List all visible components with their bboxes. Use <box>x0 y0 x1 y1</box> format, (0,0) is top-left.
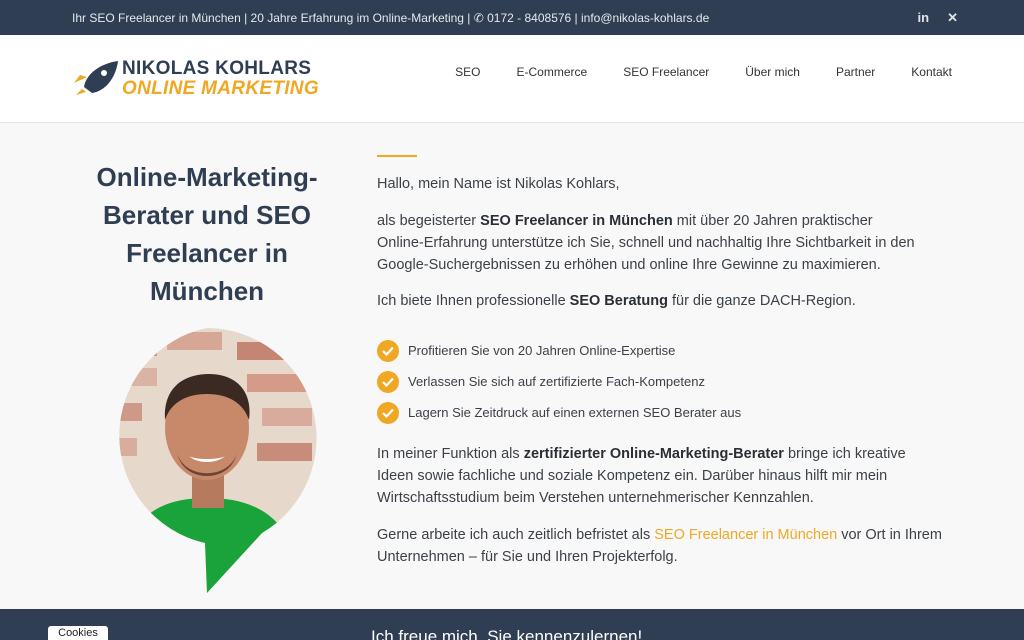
intro-paragraph-4: Gerne arbeite ich auch zeitlich befriste… <box>377 527 942 565</box>
logo-line-1: NIKOLAS KOHLARS <box>122 58 312 79</box>
check-icon <box>377 401 399 424</box>
social-links: in ✕ <box>918 10 958 26</box>
nav-partner[interactable]: Partner <box>836 65 875 79</box>
check-icon <box>377 339 399 362</box>
list-item: Lagern Sie Zeitdruck auf einen externen … <box>377 397 741 428</box>
list-item: Verlassen Sie sich auf zertifizierte Fac… <box>377 366 741 397</box>
rocket-icon <box>74 61 118 95</box>
nav-e-commerce[interactable]: E-Commerce <box>517 65 588 79</box>
nav-ueber-mich[interactable]: Über mich <box>745 65 800 79</box>
portrait-image <box>97 328 317 593</box>
nav-seo-freelancer[interactable]: SEO Freelancer <box>623 65 709 79</box>
benefit-list: Profitieren Sie von 20 Jahren Online-Exp… <box>377 335 741 428</box>
intro-paragraph-2: Ich biete Ihnen professionelle SEO Berat… <box>377 293 856 309</box>
xing-icon[interactable]: ✕ <box>947 10 958 26</box>
top-bar: Ihr SEO Freelancer in München | 20 Jahre… <box>0 0 1024 35</box>
list-item: Profitieren Sie von 20 Jahren Online-Exp… <box>377 335 741 366</box>
cookies-button[interactable]: Cookies <box>48 626 108 640</box>
cta-band: Ich freue mich, Sie kennenzulernen! <box>0 609 1024 640</box>
contact-info: Ihr SEO Freelancer in München | 20 Jahre… <box>72 11 710 25</box>
main-content: Online-Marketing-Berater und SEO Freelan… <box>0 123 1024 609</box>
page-title: Online-Marketing-Berater und SEO Freelan… <box>96 162 318 306</box>
nav-seo[interactable]: SEO <box>455 65 480 79</box>
nav-kontakt[interactable]: Kontakt <box>911 65 952 79</box>
linkedin-icon[interactable]: in <box>918 10 930 26</box>
check-icon <box>377 370 399 393</box>
intro-paragraph-3: In meiner Funktion als zertifizierter On… <box>377 446 906 506</box>
logo[interactable]: NIKOLAS KOHLARS ONLINE MARKETING <box>72 57 319 102</box>
cta-heading: Ich freue mich, Sie kennenzulernen! <box>371 627 643 640</box>
logo-line-2: ONLINE MARKETING <box>122 78 319 99</box>
intro-paragraph-1: als begeisterter SEO Freelancer in Münch… <box>377 213 915 273</box>
main-nav: SEO E-Commerce SEO Freelancer Über mich … <box>455 65 952 79</box>
accent-divider <box>377 155 417 157</box>
seo-freelancer-link[interactable]: SEO Freelancer in München <box>654 527 837 543</box>
greeting-text: Hallo, mein Name ist Nikolas Kohlars, <box>377 176 620 192</box>
site-header: NIKOLAS KOHLARS ONLINE MARKETING SEO E-C… <box>0 35 1024 123</box>
